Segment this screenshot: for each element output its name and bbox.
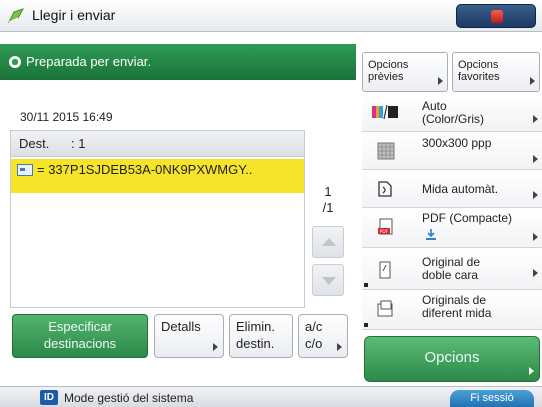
send-app-icon xyxy=(7,8,25,24)
chevron-right-icon xyxy=(337,343,342,351)
delete-label-line2: destin. xyxy=(236,336,275,351)
color-mode-label: Auto (Color/Gris) xyxy=(422,100,484,126)
mixed-size-originals-icon xyxy=(377,300,393,317)
scan-size-label: Mida automàt. xyxy=(422,182,499,196)
chevron-right-icon xyxy=(533,269,538,277)
chevron-right-icon xyxy=(533,233,538,241)
duplex-original-icon xyxy=(379,261,391,279)
scroll-up-button[interactable] xyxy=(312,226,344,258)
delete-destination-button[interactable]: Elimin. destin. xyxy=(229,314,293,358)
previous-label-line2: prèvies xyxy=(368,71,404,83)
previous-settings-label: Opcions prèvies xyxy=(368,59,408,83)
job-datetime: 30/11 2015 16:49 xyxy=(20,110,113,124)
ready-icon xyxy=(9,56,21,68)
status-monitor-icon xyxy=(491,10,503,23)
duplex-original-setting[interactable]: Original de doble cara xyxy=(362,250,542,290)
specify-label-line2: destinacions xyxy=(43,336,117,351)
system-manager-mode-label: Mode gestió del sistema xyxy=(64,391,194,405)
destination-list: Dest. : 1 = 337P1SJDEB53A-0NK9PXWMGY.. xyxy=(10,130,305,308)
page-current: 1 xyxy=(324,184,332,199)
chevron-right-icon xyxy=(533,155,538,163)
duplex-label-line2: doble cara xyxy=(422,268,479,282)
favorites-label-line1: Opcions xyxy=(458,59,499,71)
file-server-icon xyxy=(17,164,33,176)
delete-label-line1: Elimin. xyxy=(236,319,276,334)
arrow-down-icon xyxy=(322,277,336,285)
chevron-right-icon xyxy=(213,343,218,351)
chevron-right-icon xyxy=(529,367,534,375)
cc-label-line1: a/c xyxy=(305,319,323,334)
options-button[interactable]: Opcions xyxy=(364,336,540,382)
pdf-file-icon: PDF xyxy=(378,218,393,235)
destination-row[interactable]: = 337P1SJDEB53A-0NK9PXWMGY.. xyxy=(11,159,304,193)
color-label-line2: (Color/Gris) xyxy=(422,112,484,126)
color-mode-icon xyxy=(372,104,398,120)
options-button-label: Opcions xyxy=(424,349,480,366)
page-indicator: 1 /1 xyxy=(316,184,340,216)
favorites-label-line2: favorites xyxy=(458,71,500,83)
scan-size-setting[interactable]: Mida automàt. xyxy=(362,170,542,208)
specify-label-line1: Especificar xyxy=(48,319,112,334)
destination-label: Dest. xyxy=(19,136,50,151)
corner-marker-icon xyxy=(364,323,368,327)
mixed-size-originals-setting[interactable]: Originals de diferent mida xyxy=(362,290,542,330)
svg-text:PDF: PDF xyxy=(380,229,389,235)
resolution-setting[interactable]: 300x300 ppp xyxy=(362,132,542,170)
cc-label-line2: c/o xyxy=(305,336,323,351)
specify-destinations-button[interactable]: Especificar destinacions xyxy=(12,314,148,358)
duplex-label: Original de doble cara xyxy=(422,256,480,282)
scroll-down-button[interactable] xyxy=(312,264,344,296)
destination-count: : 1 xyxy=(71,136,86,151)
file-format-setting[interactable]: PDF PDF (Compacte) xyxy=(362,208,542,248)
logout-button[interactable]: Fi sessió xyxy=(450,390,534,407)
chevron-right-icon xyxy=(438,77,443,85)
favorite-settings-button[interactable]: Opcions favorites xyxy=(452,52,540,92)
status-bar: Preparada per enviar. xyxy=(0,44,356,80)
page-title: Llegir i enviar xyxy=(32,7,116,23)
destination-list-header: Dest. : 1 xyxy=(11,131,304,157)
page-total: /1 xyxy=(322,200,334,215)
corner-marker-icon xyxy=(364,283,368,287)
title-bar: Llegir i enviar xyxy=(0,0,542,32)
mixed-size-label: Originals de diferent mida xyxy=(422,294,491,320)
details-button[interactable]: Detalls xyxy=(154,314,224,358)
previous-settings-button[interactable]: Opcions prèvies xyxy=(362,52,448,92)
color-mode-setting[interactable]: Auto (Color/Gris) xyxy=(362,94,542,132)
favorite-settings-label: Opcions favorites xyxy=(458,59,500,83)
id-icon: ID xyxy=(40,390,58,405)
mixed-label-line2: diferent mida xyxy=(422,306,492,320)
resolution-icon xyxy=(377,142,395,160)
chevron-right-icon xyxy=(530,77,535,85)
cc-bcc-button[interactable]: a/c c/o xyxy=(298,314,348,358)
previous-label-line1: Opcions xyxy=(368,59,409,71)
resolution-label: 300x300 ppp xyxy=(422,136,492,150)
logout-label: Fi sessió xyxy=(470,392,514,404)
chevron-right-icon xyxy=(533,191,538,199)
compact-arrow-icon xyxy=(426,229,436,240)
chevron-right-icon xyxy=(533,115,538,123)
status-message: Preparada per enviar. xyxy=(26,54,152,69)
details-label: Detalls xyxy=(161,319,201,334)
scan-size-icon xyxy=(378,181,392,197)
status-monitor-button[interactable] xyxy=(456,4,536,28)
footer-bar: ID Mode gestió del sistema Fi sessió xyxy=(0,386,542,407)
file-format-label: PDF (Compacte) xyxy=(422,211,513,225)
arrow-up-icon xyxy=(322,238,336,246)
destination-address: = 337P1SJDEB53A-0NK9PXWMGY.. xyxy=(37,162,253,177)
